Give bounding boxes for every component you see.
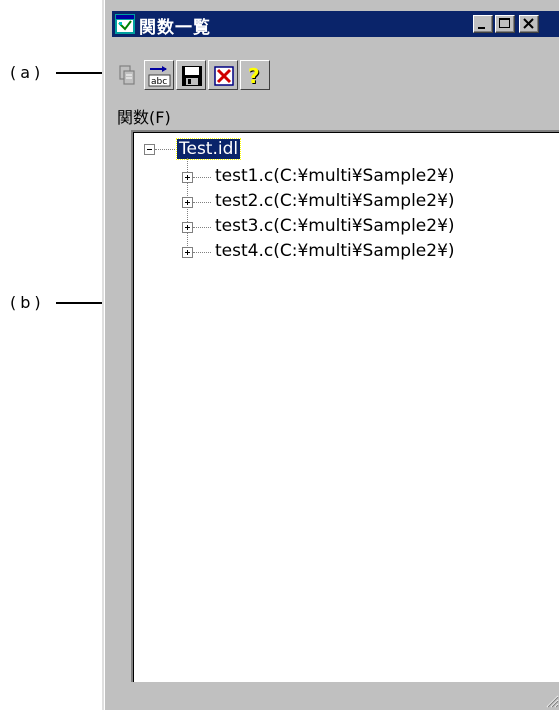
minimize-icon [478, 27, 485, 29]
close-button[interactable] [519, 15, 539, 33]
expand-node-icon[interactable] [182, 247, 193, 258]
save-button[interactable] [176, 60, 206, 90]
help-icon: ? ? [248, 64, 261, 88]
tree-node-test4[interactable]: test4.c(C:¥multi¥Sample2¥) [215, 241, 455, 261]
expand-node-icon[interactable] [182, 197, 193, 208]
delete-icon [214, 66, 234, 86]
tree-node-test3[interactable]: test3.c(C:¥multi¥Sample2¥) [215, 216, 455, 236]
tree-connector [193, 177, 211, 178]
delete-button[interactable] [208, 60, 238, 90]
abc-find-icon: abc [148, 66, 171, 87]
function-tree[interactable]: Test.idl test1.c(C:¥multi¥Sample2¥) test… [131, 130, 559, 682]
functions-label: 関数(F) [117, 108, 171, 127]
tree-connector [155, 149, 175, 150]
tree-connector [193, 227, 211, 228]
screenshot: (a) (b) 関数一覧 abc ? ? 関数(F) Test.idl test… [0, 0, 559, 710]
tree-node-test2[interactable]: test2.c(C:¥multi¥Sample2¥) [215, 191, 455, 211]
collapse-root-icon[interactable] [144, 144, 155, 155]
find-button[interactable]: abc [144, 60, 174, 90]
function-list-window: 関数一覧 abc ? ? 関数(F) Test.idl test1.c(C:¥m… [102, 0, 559, 710]
minimize-button[interactable] [473, 15, 493, 33]
tree-root-node[interactable]: Test.idl [175, 138, 242, 160]
svg-text:?: ? [248, 64, 260, 88]
close-icon [523, 18, 534, 29]
help-button[interactable]: ? ? [240, 60, 270, 90]
tree-node-test1[interactable]: test1.c(C:¥multi¥Sample2¥) [215, 166, 455, 186]
tree-connector [193, 252, 211, 253]
window-app-icon [115, 14, 135, 34]
maximize-button[interactable] [495, 15, 515, 33]
expand-node-icon[interactable] [182, 172, 193, 183]
floppy-save-icon [182, 66, 202, 86]
window-title: 関数一覧 [139, 18, 211, 38]
svg-text:abc: abc [151, 77, 167, 87]
callout-b-label: (b) [10, 293, 45, 312]
maximize-icon [499, 18, 510, 28]
expand-node-icon[interactable] [182, 222, 193, 233]
tree-connector [193, 202, 211, 203]
copy-icon [119, 65, 135, 85]
title-bar[interactable]: 関数一覧 [112, 11, 559, 38]
resize-grip-icon[interactable] [545, 694, 559, 708]
callout-a-label: (a) [10, 63, 45, 82]
copy-button[interactable] [112, 60, 142, 90]
